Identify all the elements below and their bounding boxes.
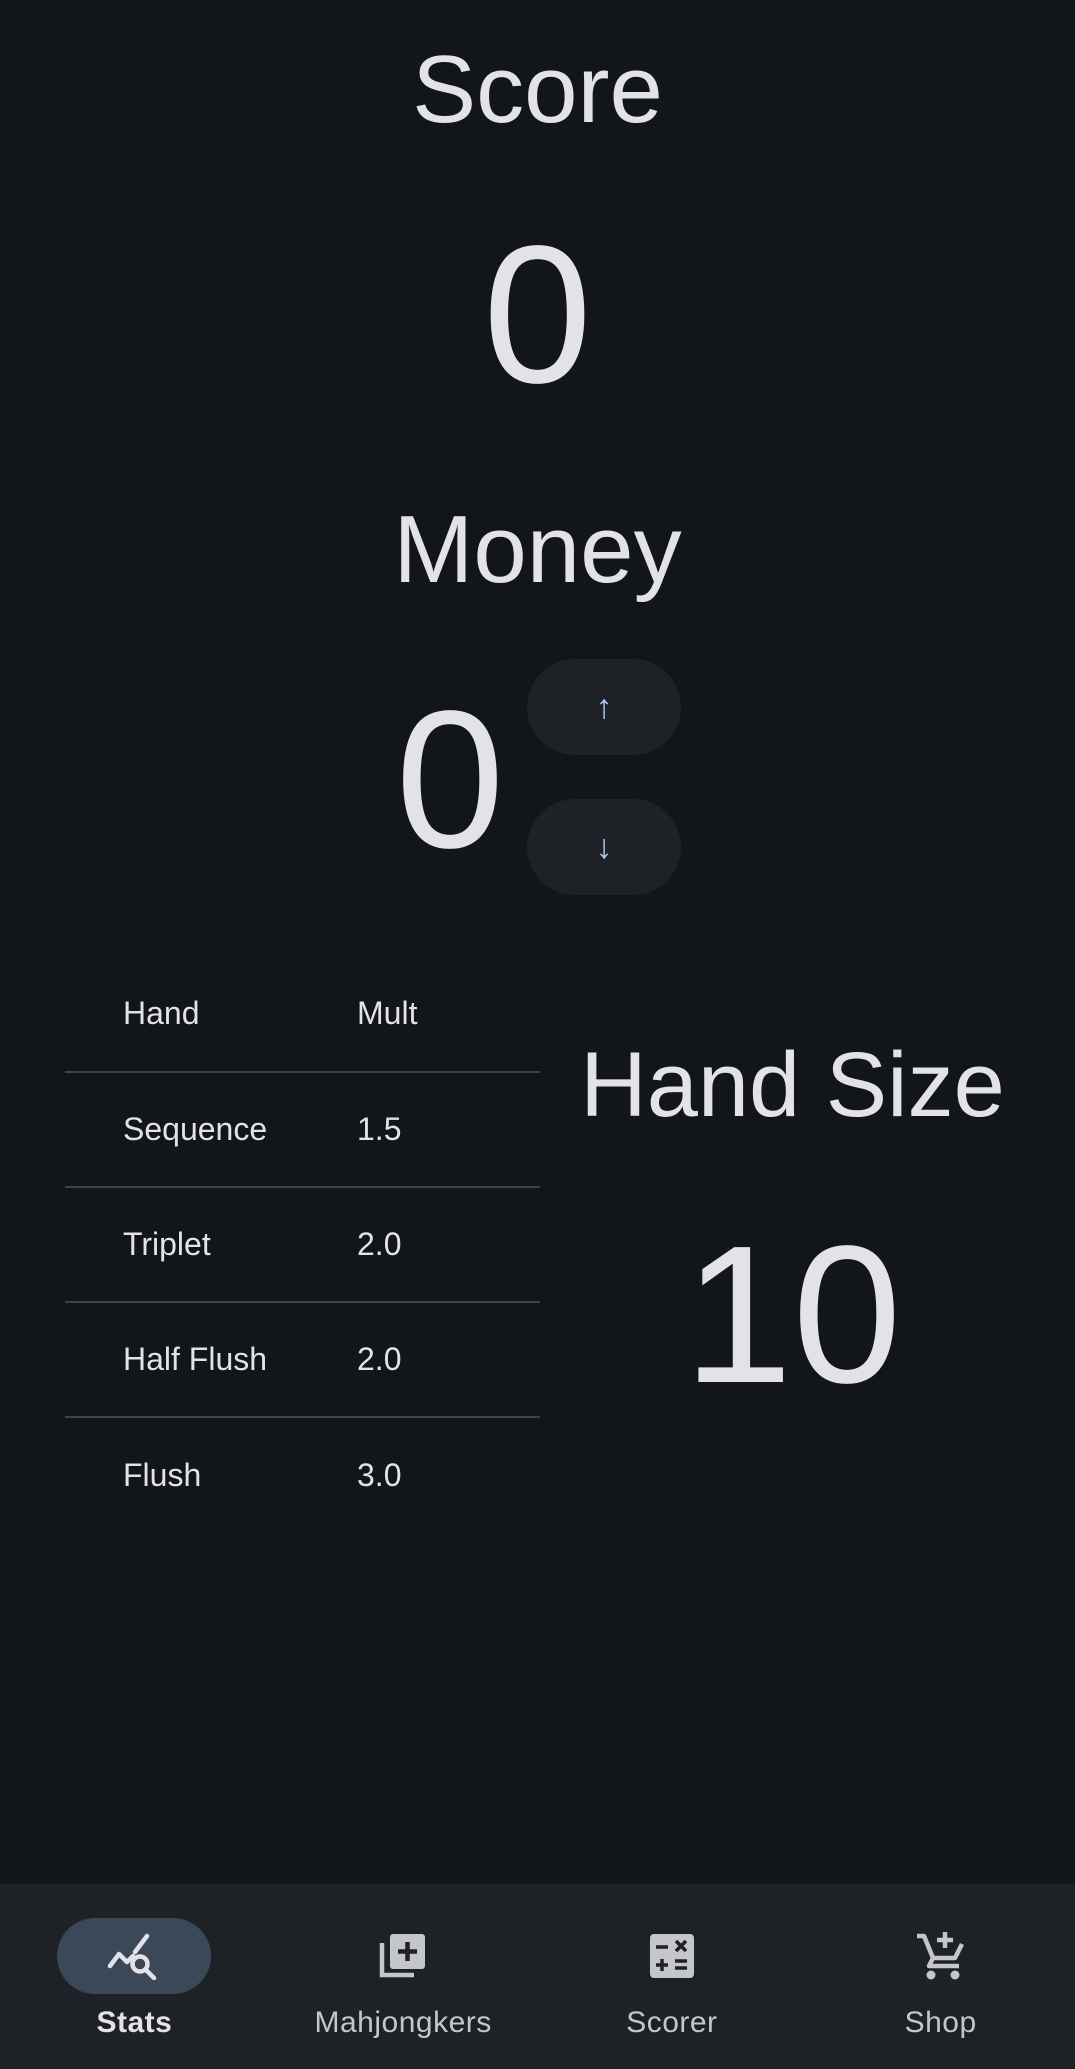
hand-name: Sequence <box>123 1111 268 1147</box>
hand-name: Half Flush <box>123 1341 268 1377</box>
nav-item-stats[interactable]: Stats <box>0 1884 269 2069</box>
nav-item-shop[interactable]: Shop <box>806 1884 1075 2069</box>
table-row: Sequence 1.5 <box>65 1073 540 1188</box>
library-add-icon <box>378 1931 428 1981</box>
money-title: Money <box>393 496 682 603</box>
money-increase-button[interactable]: ↑ <box>527 659 681 755</box>
stats-screen: Score 0 Money 0 ↑ ↓ Hand Mult Sequence 1… <box>0 0 1075 2069</box>
nav-item-scorer[interactable]: Scorer <box>538 1884 807 2069</box>
nav-label-mahjongkers: Mahjongkers <box>314 2006 492 2039</box>
hand-mult: 3.0 <box>357 1457 402 1493</box>
nav-label-shop: Shop <box>904 2006 977 2039</box>
nav-label-scorer: Scorer <box>626 2006 718 2039</box>
nav-icon-container <box>326 1918 480 1994</box>
money-decrease-button[interactable]: ↓ <box>527 799 681 895</box>
table-header-row: Hand Mult <box>65 955 540 1073</box>
arrow-up-icon: ↑ <box>595 687 613 726</box>
column-header-hand: Hand <box>123 994 200 1031</box>
nav-item-mahjongkers[interactable]: Mahjongkers <box>269 1884 538 2069</box>
hand-mult-table: Hand Mult Sequence 1.5 Triplet 2.0 Half … <box>65 955 540 1533</box>
bottom-navigation-bar: Stats Mahjongkers Scorer Shop <box>0 1884 1075 2069</box>
hand-name: Flush <box>123 1457 202 1493</box>
hand-size-title: Hand Size <box>580 1034 1005 1136</box>
calculate-icon <box>649 1933 695 1979</box>
add-shopping-cart-icon <box>915 1930 967 1982</box>
hand-name: Triplet <box>123 1226 211 1262</box>
nav-icon-container <box>595 1918 749 1994</box>
nav-icon-container <box>864 1918 1018 1994</box>
hand-mult: 1.5 <box>357 1111 402 1147</box>
table-row: Triplet 2.0 <box>65 1188 540 1303</box>
money-value: 0 <box>395 670 505 889</box>
score-title: Score <box>412 36 663 143</box>
nav-label-stats: Stats <box>96 2006 173 2039</box>
hand-mult: 2.0 <box>357 1226 402 1262</box>
hand-size-value: 10 <box>683 1205 902 1424</box>
table-row: Flush 3.0 <box>65 1418 540 1533</box>
arrow-down-icon: ↓ <box>595 827 613 866</box>
nav-active-indicator <box>57 1918 212 1994</box>
column-header-mult: Mult <box>357 994 418 1031</box>
table-row: Half Flush 2.0 <box>65 1303 540 1418</box>
score-value: 0 <box>482 205 592 424</box>
hand-mult: 2.0 <box>357 1341 402 1377</box>
stats-search-icon <box>107 1932 161 1980</box>
